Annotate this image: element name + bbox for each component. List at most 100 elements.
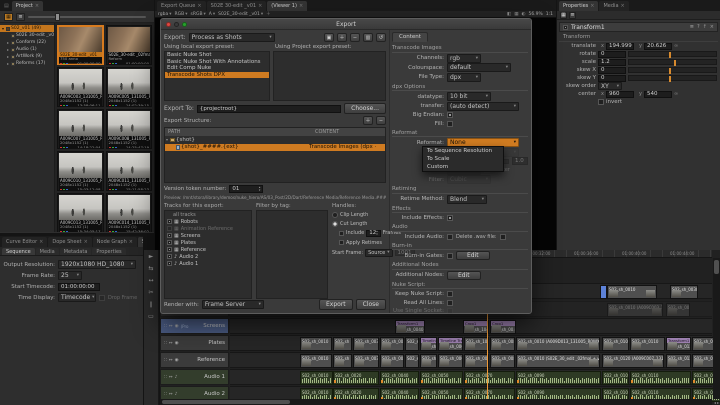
node-info-icon[interactable]: ≣	[690, 24, 694, 30]
timeline-vscrollbar[interactable]	[713, 258, 720, 399]
float-panel-icon[interactable]: ↑	[703, 24, 707, 30]
tracks-export-list[interactable]: all tracks▦Robots▦Animation Reference▦Sc…	[164, 210, 252, 299]
dropdown-option[interactable]: To Scale	[423, 155, 503, 163]
track-header[interactable]: ∷↔◉Plates	[160, 335, 229, 351]
property-slider[interactable]	[628, 75, 717, 81]
start-frame-mode-select[interactable]: Source▾	[365, 249, 392, 257]
handles-frames-field[interactable]: 12 ▴▾	[366, 230, 381, 237]
link-icon[interactable]: ∞	[674, 91, 678, 97]
node-enable-checkbox[interactable]	[563, 25, 568, 30]
property-value-field[interactable]: 1.2	[598, 59, 626, 66]
timeline-clip[interactable]: S02_sh_104.PN	[464, 337, 489, 351]
timeline-clip[interactable]: S02_sh_0090	[516, 371, 601, 385]
timeline-clip[interactable]: S02_sh_0110	[630, 371, 691, 385]
sequence-field-value[interactable]: 01:00:00:00	[58, 283, 100, 291]
tab-content[interactable]: Content	[392, 32, 428, 42]
node-properties-header[interactable]: Transform1 ≣ ? ↑ ×	[559, 22, 718, 32]
track-checkbox[interactable]	[167, 219, 172, 224]
property-slider[interactable]	[628, 59, 717, 65]
render-with-select[interactable]: Frame Server▾	[202, 300, 264, 309]
tab--viewer-1-[interactable]: (Viewer 1)×	[267, 1, 307, 11]
tab-s02e-30-edit-v01[interactable]: S02E 30-edit _v01×	[207, 1, 267, 11]
settings-checkbox[interactable]	[447, 308, 453, 314]
timeline-clip[interactable]: S02_sh	[333, 354, 352, 368]
timeline-clip[interactable]: S02_sh_0120 (A009C007_131005_R0W)	[602, 354, 664, 368]
mask-icon[interactable]: ▦	[514, 12, 518, 17]
media-thumbnail[interactable]: A009C008_131005_R0W2048x1152 (1)14:25:47…	[106, 109, 153, 149]
settings-checkbox[interactable]	[447, 291, 453, 297]
select-tool-icon[interactable]: ▭	[148, 314, 154, 320]
export-track-item[interactable]: ♪Audio 1	[165, 260, 251, 267]
thumbnail-view-button[interactable]: ▦	[4, 13, 13, 21]
hscroll-handle[interactable]	[162, 400, 290, 404]
edit-button[interactable]: Edit	[447, 271, 481, 280]
timeline-clip[interactable]: S02_sh_0040	[380, 337, 404, 351]
close-icon[interactable]: ×	[258, 3, 262, 9]
project-preset-list[interactable]	[273, 51, 386, 101]
project-bin-item[interactable]: ▸ArtWork (9)	[0, 53, 54, 60]
close-icon[interactable]: ×	[590, 3, 594, 9]
timeline-clip[interactable]: S02_sh_0030	[666, 303, 690, 317]
settings-select[interactable]: Blend▾	[447, 195, 487, 204]
structure-file-row[interactable]: {shot}_####.{ext} Transcode Images (dpx …	[165, 144, 385, 152]
project-bin-item[interactable]: ▸Reforms (17)	[0, 60, 54, 67]
vscroll-handle[interactable]	[714, 260, 719, 274]
include-handles-checkbox[interactable]	[339, 231, 344, 236]
scroll-right-icon[interactable]: ▸	[717, 400, 719, 405]
export-dialog-titlebar[interactable]: Export	[161, 19, 531, 30]
project-bin-item[interactable]: S02E 30-edit _v01	[0, 32, 54, 39]
remove-preset-button[interactable]: −	[350, 33, 360, 42]
viewer-zoom-level[interactable]: 56.9%	[528, 12, 542, 17]
timeline-clip[interactable]: S02_sh_0050	[420, 354, 437, 368]
viewer-channels-select[interactable]: rgba▾	[158, 12, 172, 17]
property-slider[interactable]	[628, 67, 717, 73]
multi-tool-icon[interactable]: ►	[149, 254, 154, 260]
timeline-clip[interactable]: S02_sh_0030	[353, 337, 379, 351]
list-view-button[interactable]: ≡	[16, 13, 25, 21]
export-track-item[interactable]: ▦Reference	[165, 246, 251, 253]
timeline-clip[interactable]: S02_sh_0110	[630, 337, 665, 351]
settings-checkbox[interactable]	[447, 121, 453, 127]
viewer-ab-select[interactable]: A▾	[209, 12, 215, 17]
settings-select[interactable]: (auto detect)▾	[447, 102, 519, 111]
local-preset-list[interactable]: Basic Nuke ShotBasic Nuke Shot With Anno…	[164, 51, 270, 101]
property-value-field[interactable]: 0	[598, 67, 626, 74]
media-thumbnail[interactable]: S02E_30-edit _v01750 anno01:00:00:00	[57, 25, 104, 65]
track-header[interactable]: ∷↔◉(ProScreens	[160, 318, 229, 334]
timeline-hscrollbar[interactable]	[160, 399, 712, 405]
subtab-sequence[interactable]: Sequence	[2, 248, 35, 255]
timeline-clip[interactable]: S02_sh_0010	[607, 285, 657, 299]
edit-button[interactable]: Edit	[456, 251, 490, 260]
tab-project[interactable]: Project ×	[12, 1, 43, 11]
close-icon[interactable]: ×	[35, 3, 39, 9]
export-track-item[interactable]: ▦Animation Reference	[165, 225, 251, 232]
settings-select[interactable]: Cubic▾	[447, 175, 491, 184]
dropdown-option[interactable]: To Sequence Resolution	[423, 147, 503, 155]
export-to-field[interactable]: {projectroot}	[197, 105, 341, 113]
timeline-clip[interactable]: S02_sh_0020	[333, 371, 379, 385]
tab-properties[interactable]: Properties×	[559, 1, 598, 11]
settings-select[interactable]: 10 bit▾	[447, 92, 491, 101]
revert-preset-button[interactable]: ↺	[376, 33, 386, 42]
timeline-clip[interactable]: S02_sh_0010	[300, 337, 332, 351]
timeline-clip[interactable]: S02_sh	[333, 337, 352, 351]
cut-length-radio[interactable]	[332, 221, 338, 227]
timeline-clip[interactable]: S02_sh_0010 (A009C003_131005_R0W	[607, 303, 663, 317]
export-mode-select[interactable]: Process as Shots▾	[189, 33, 275, 42]
tab-s02e-30-edit-v01[interactable]: S02E 30-edit _v01×	[138, 237, 143, 247]
project-bin-item[interactable]: ▸Conform (22)	[0, 39, 54, 46]
viewer-scale[interactable]: 1:1	[546, 12, 553, 17]
settings-select[interactable]: rgb▾	[447, 54, 481, 63]
close-button[interactable]: Close	[356, 299, 386, 310]
property-slider[interactable]	[628, 51, 717, 57]
choose-button[interactable]: Choose...	[344, 103, 386, 114]
close-icon[interactable]: ×	[621, 3, 625, 9]
timeline-clip[interactable]	[600, 285, 607, 299]
settings-checkbox[interactable]	[447, 300, 453, 306]
export-button[interactable]: Export	[319, 299, 353, 310]
export-track-item[interactable]: ♪Audio 2	[165, 253, 251, 260]
track-checkbox[interactable]	[167, 240, 172, 245]
timeline-clip[interactable]: Timeline TransfoS02_sh_0060	[438, 337, 463, 351]
timeline-clip[interactable]: S02_sh_0040	[380, 371, 419, 385]
timeline-clip[interactable]: Crop1S02_sh_104.PN	[463, 320, 489, 334]
